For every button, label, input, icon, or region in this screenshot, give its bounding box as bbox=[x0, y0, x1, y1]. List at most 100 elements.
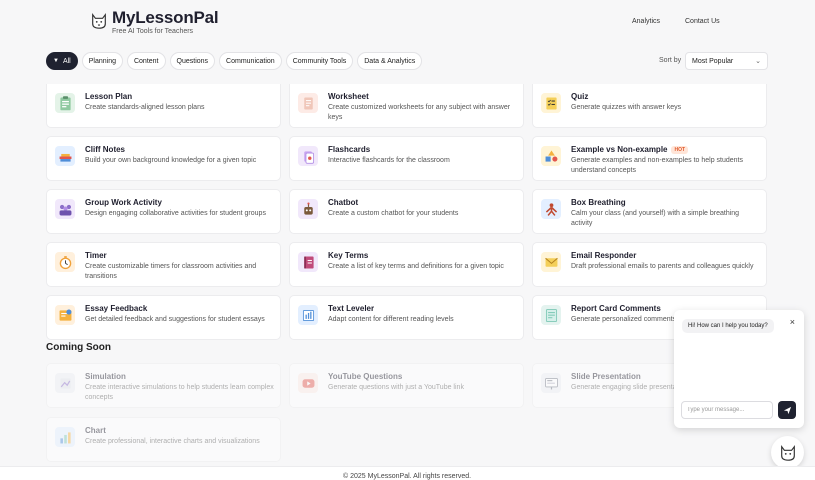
filter-content[interactable]: Content bbox=[126, 52, 166, 70]
copyright-text: © 2025 MyLessonPal. All rights reserved. bbox=[343, 473, 472, 480]
tool-title: Simulation bbox=[85, 372, 126, 381]
coming-soon-heading: Coming Soon bbox=[46, 342, 111, 353]
chat-send-button[interactable] bbox=[778, 401, 796, 419]
sort-label: Sort by bbox=[659, 57, 682, 64]
chat-panel: × Hi! How can I help you today? bbox=[674, 310, 804, 428]
tool-card-youtube-questions[interactable]: YouTube Questions Generate questions with… bbox=[289, 363, 524, 408]
chat-close-button[interactable]: × bbox=[790, 317, 795, 327]
tool-card-email-responder[interactable]: Email Responder Draft professional emails… bbox=[532, 242, 767, 287]
tool-title-text: Quiz bbox=[571, 92, 589, 101]
youtube-icon bbox=[298, 373, 318, 393]
filter-planning[interactable]: Planning bbox=[81, 52, 123, 70]
robot-icon bbox=[298, 199, 318, 219]
clipboard-icon bbox=[55, 93, 75, 113]
essay-icon bbox=[55, 305, 75, 325]
tool-title-text: Text Leveler bbox=[328, 304, 375, 313]
site-footer: © 2025 MyLessonPal. All rights reserved. bbox=[0, 466, 815, 480]
tool-description: Calm your class (and yourself) with a si… bbox=[571, 210, 740, 227]
flashcards-icon bbox=[298, 146, 318, 166]
timer-icon bbox=[55, 252, 75, 272]
tool-title-text: Simulation bbox=[85, 372, 126, 381]
tool-card-text-leveler[interactable]: Text Leveler Adapt content for different … bbox=[289, 295, 524, 340]
tool-title: Chatbot bbox=[328, 198, 358, 207]
tool-card-group-work-activity[interactable]: Group Work Activity Design engaging colla… bbox=[46, 189, 281, 234]
hot-badge: HOT bbox=[671, 146, 689, 154]
tool-title: Cliff Notes bbox=[85, 145, 125, 154]
sort-select[interactable]: Most Popular ⌄ bbox=[685, 52, 768, 70]
tool-title: Essay Feedback bbox=[85, 304, 147, 313]
tool-title: Text Leveler bbox=[328, 304, 374, 313]
tool-title: YouTube Questions bbox=[328, 372, 402, 381]
levels-icon bbox=[298, 305, 318, 325]
tool-card-key-terms[interactable]: Key Terms Create a list of key terms and … bbox=[289, 242, 524, 287]
tool-title-text: Key Terms bbox=[328, 251, 369, 260]
tool-card-quiz[interactable]: Quiz Generate quizzes with answer keys bbox=[532, 84, 767, 128]
tool-description: Get detailed feedback and suggestions fo… bbox=[85, 316, 265, 323]
sort-value: Most Popular bbox=[692, 57, 734, 65]
tool-title-text: Timer bbox=[85, 251, 107, 260]
breathing-icon bbox=[541, 199, 561, 219]
tool-description: Create customizable timers for classroom… bbox=[85, 263, 257, 280]
tool-description: Draft professional emails to parents and… bbox=[571, 263, 754, 270]
tool-description: Generate examples and non-examples to he… bbox=[571, 157, 743, 174]
nav-analytics-link[interactable]: Analytics bbox=[632, 18, 660, 25]
tool-title: Email Responder bbox=[571, 251, 636, 260]
category-filters: ▼ All Planning Content Questions Communic… bbox=[46, 52, 423, 70]
tool-title: Lesson Plan bbox=[85, 92, 132, 101]
coming-soon-grid: Simulation Create interactive simulations… bbox=[46, 363, 768, 462]
chat-message-input[interactable] bbox=[681, 401, 773, 419]
filter-questions[interactable]: Questions bbox=[169, 52, 216, 70]
chevron-down-icon: ⌄ bbox=[755, 58, 761, 65]
tool-title: Box Breathing bbox=[571, 198, 626, 207]
tool-title-text: Chatbot bbox=[328, 198, 359, 207]
tool-description: Create customized worksheets for any sub… bbox=[328, 104, 511, 121]
group-icon bbox=[55, 199, 75, 219]
tool-card-chatbot[interactable]: Chatbot Create a custom chatbot for your … bbox=[289, 189, 524, 234]
tool-card-box-breathing[interactable]: Box Breathing Calm your class (and yourse… bbox=[532, 189, 767, 234]
tool-card-flashcards[interactable]: Flashcards Interactive flashcards for the… bbox=[289, 136, 524, 181]
books-icon bbox=[55, 146, 75, 166]
tool-description: Create a custom chatbot for your student… bbox=[328, 210, 459, 217]
tool-title-text: Box Breathing bbox=[571, 198, 626, 207]
filter-communication[interactable]: Communication bbox=[219, 52, 282, 70]
tool-card-worksheet[interactable]: Worksheet Create customized worksheets fo… bbox=[289, 84, 524, 128]
filter-all[interactable]: ▼ All bbox=[46, 52, 78, 70]
tool-card-essay-feedback[interactable]: Essay Feedback Get detailed feedback and … bbox=[46, 295, 281, 340]
tool-card-chart[interactable]: Chart Create professional, interactive ch… bbox=[46, 417, 281, 462]
tool-title-text: Worksheet bbox=[328, 92, 369, 101]
tool-title-text: Slide Presentation bbox=[571, 372, 641, 381]
filter-community-tools[interactable]: Community Tools bbox=[285, 52, 354, 70]
tool-title: Key Terms bbox=[328, 251, 368, 260]
tool-title: Slide Presentation bbox=[571, 372, 641, 381]
tool-title: Worksheet bbox=[328, 92, 369, 101]
tool-card-cliff-notes[interactable]: Cliff Notes Build your own background kno… bbox=[46, 136, 281, 181]
chat-toggle-button[interactable] bbox=[771, 436, 804, 469]
tool-card-simulation[interactable]: Simulation Create interactive simulations… bbox=[46, 363, 281, 408]
tool-description: Create a list of key terms and definitio… bbox=[328, 263, 504, 270]
tool-description: Adapt content for different reading leve… bbox=[328, 316, 454, 323]
tool-title: Example vs Non-example HOT bbox=[571, 145, 689, 154]
tool-title: Timer bbox=[85, 251, 107, 260]
nav-contact-link[interactable]: Contact Us bbox=[685, 18, 720, 25]
tool-title-text: Essay Feedback bbox=[85, 304, 148, 313]
notebook-icon bbox=[298, 252, 318, 272]
tool-title-text: YouTube Questions bbox=[328, 372, 403, 381]
tool-card-timer[interactable]: Timer Create customizable timers for clas… bbox=[46, 242, 281, 287]
cat-face-icon bbox=[780, 444, 795, 461]
slides-icon bbox=[541, 373, 561, 393]
tool-card-lesson-plan[interactable]: Lesson Plan Create standards-aligned less… bbox=[46, 84, 281, 128]
tool-description: Create professional, interactive charts … bbox=[85, 438, 260, 445]
report-card-icon bbox=[541, 305, 561, 325]
simulation-icon bbox=[55, 373, 75, 393]
filter-data-analytics[interactable]: Data & Analytics bbox=[357, 52, 423, 70]
tool-card-example-vs-non-example[interactable]: Example vs Non-example HOT Generate exampl… bbox=[532, 136, 767, 181]
tool-title-text: Lesson Plan bbox=[85, 92, 133, 101]
quiz-icon bbox=[541, 93, 561, 113]
cat-face-icon[interactable] bbox=[90, 12, 108, 30]
chart-icon bbox=[55, 427, 75, 447]
envelope-icon bbox=[541, 252, 561, 272]
tool-title: Quiz bbox=[571, 92, 588, 101]
tool-title-text: Chart bbox=[85, 426, 106, 435]
tool-description: Interactive flashcards for the classroom bbox=[328, 157, 450, 164]
brand-name[interactable]: MyLessonPal bbox=[112, 8, 219, 28]
